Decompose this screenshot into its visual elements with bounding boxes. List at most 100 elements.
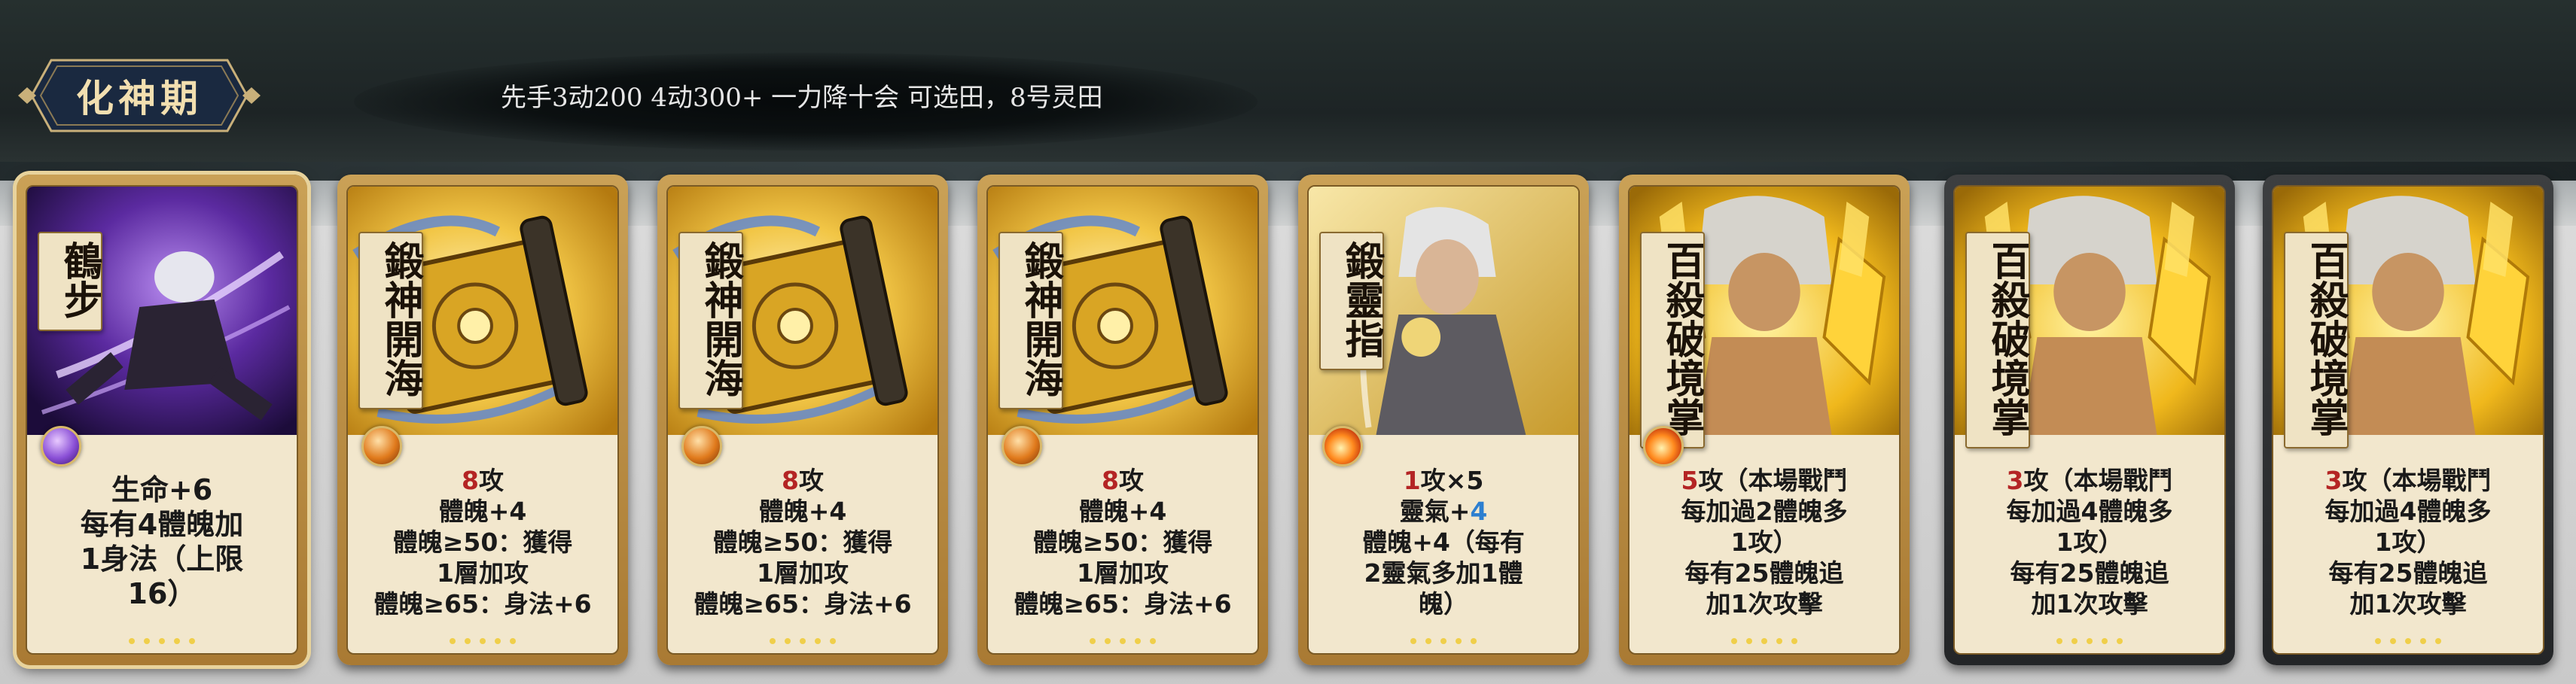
card-face: 鶴步 生命+6 每有4體魄加 1身法（上限 16） — [26, 185, 298, 655]
effect-line: 1層加攻 — [1077, 558, 1169, 588]
effect-line: 每有4體魄加 — [80, 508, 244, 541]
dot-icon — [1746, 638, 1752, 644]
dot-icon — [815, 638, 821, 644]
dot-icon — [1150, 638, 1156, 644]
dot-icon — [1791, 638, 1797, 644]
dot-icon — [2420, 638, 2426, 644]
card-name: 鍛神開海 — [358, 232, 423, 409]
dot-icon — [1776, 638, 1782, 644]
dot-icon — [510, 638, 516, 644]
skill-card[interactable]: 鍛靈指 1攻×5 靈氣+4 體魄+4（每有 2靈氣多加1體 魄） — [1298, 175, 1589, 665]
dot-icon — [1761, 638, 1767, 644]
attack-value: 1 — [1403, 465, 1421, 495]
dot-icon — [2071, 638, 2078, 644]
dot-icon — [2390, 638, 2396, 644]
attack-label: 攻（本場戰鬥 — [2342, 465, 2492, 495]
attack-line: 8攻 — [1102, 465, 1144, 496]
attack-line: 3攻（本場戰鬥 — [2325, 465, 2492, 496]
attack-line: 8攻 — [462, 465, 504, 496]
dot-icon — [1456, 638, 1462, 644]
dot-icon — [465, 638, 471, 644]
card-name: 百殺破境掌 — [1965, 232, 2030, 448]
attack-line: 5攻（本場戰鬥 — [1681, 465, 1848, 496]
dot-icon — [2056, 638, 2062, 644]
skill-card[interactable]: 鍛神開海 8攻 體魄+4 體魄≥50：獲得 1層加攻 體魄≥65：身法+6 — [337, 175, 628, 665]
dot-icon — [2375, 638, 2381, 644]
card-description: 1攻×5 靈氣+4 體魄+4（每有 2靈氣多加1體 魄） — [1322, 450, 1565, 634]
dot-icon — [1425, 638, 1431, 644]
effect-line: 生命+6 — [111, 473, 213, 506]
effect-line: 1攻） — [1730, 527, 1798, 557]
dot-icon — [450, 638, 456, 644]
effect-line: 1層加攻 — [757, 558, 849, 588]
card-dots — [1955, 638, 2224, 649]
card-name: 鍛靈指 — [1319, 232, 1384, 370]
dot-icon — [2117, 638, 2123, 644]
stage-title: 化神期 — [76, 76, 203, 120]
effect-line: 加1次攻擊 — [1706, 588, 1823, 619]
dot-icon — [2087, 638, 2093, 644]
dot-icon — [495, 638, 501, 644]
attack-line: 8攻 — [782, 465, 824, 496]
dot-icon — [770, 638, 776, 644]
dot-icon — [189, 638, 195, 644]
effect-line: 體魄+4（每有 — [1362, 527, 1525, 557]
card-description: 3攻（本場戰鬥 每加過4體魄多 1攻） 每有25體魄追 加1次攻擊 — [1968, 450, 2211, 634]
dot-icon — [2435, 638, 2441, 644]
effect-line: 體魄+4 — [758, 496, 847, 526]
skill-card[interactable]: 百殺破境掌 3攻（本場戰鬥 每加過4體魄多 1攻） 每有25體魄追 加1次攻擊 — [2263, 175, 2553, 665]
effect-line: 1攻） — [2374, 527, 2442, 557]
card-name: 鍛神開海 — [678, 232, 743, 409]
qi-value: 4 — [1470, 496, 1488, 526]
dot-icon — [129, 638, 135, 644]
effect-line: 加1次攻擊 — [2349, 588, 2467, 619]
skill-card[interactable]: 鍛神開海 8攻 體魄+4 體魄≥50：獲得 1層加攻 體魄≥65：身法+6 — [977, 175, 1268, 665]
dot-icon — [1105, 638, 1111, 644]
skill-card[interactable]: 百殺破境掌 5攻（本場戰鬥 每加過2體魄多 1攻） 每有25體魄追 加1次攻擊 — [1619, 175, 1910, 665]
dot-icon — [2405, 638, 2411, 644]
attack-label: 攻（本場戰鬥 — [1698, 465, 1848, 495]
dot-icon — [1120, 638, 1126, 644]
dot-icon — [2102, 638, 2108, 644]
card-name: 鍛神開海 — [998, 232, 1063, 409]
effect-line: 體魄≥65：身法+6 — [1014, 588, 1232, 619]
effect-line: 1層加攻 — [437, 558, 529, 588]
card-description: 生命+6 每有4體魄加 1身法（上限 16） — [41, 450, 283, 634]
effect-line: 加1次攻擊 — [2031, 588, 2148, 619]
qi-line: 靈氣+4 — [1400, 496, 1488, 527]
card-dots — [2273, 638, 2543, 649]
attack-label: 攻 — [478, 465, 504, 495]
dot-icon — [174, 638, 180, 644]
dot-icon — [830, 638, 836, 644]
effect-line: 體魄≥65：身法+6 — [373, 588, 592, 619]
card-name: 百殺破境掌 — [1640, 232, 1705, 448]
dot-icon — [1090, 638, 1096, 644]
card-face: 百殺破境掌 5攻（本場戰鬥 每加過2體魄多 1攻） 每有25體魄追 加1次攻擊 — [1628, 185, 1901, 655]
attack-label: 攻（本場戰鬥 — [2023, 465, 2173, 495]
card-face: 百殺破境掌 3攻（本場戰鬥 每加過4體魄多 1攻） 每有25體魄追 加1次攻擊 — [2272, 185, 2544, 655]
attack-line: 1攻×5 — [1404, 465, 1484, 496]
skill-card[interactable]: 百殺破境掌 3攻（本場戰鬥 每加過4體魄多 1攻） 每有25體魄追 加1次攻擊 — [1944, 175, 2235, 665]
effect-line: 每加過4體魄多 — [2324, 496, 2492, 526]
attack-value: 3 — [2006, 465, 2024, 495]
dot-icon — [144, 638, 150, 644]
attack-value: 3 — [2324, 465, 2343, 495]
dot-icon — [785, 638, 791, 644]
effect-line: 16） — [127, 577, 197, 610]
card-name: 百殺破境掌 — [2284, 232, 2349, 448]
effect-line: 體魄+4 — [1078, 496, 1167, 526]
effect-line: 體魄≥50：獲得 — [1032, 527, 1213, 557]
card-face: 百殺破境掌 3攻（本場戰鬥 每加過4體魄多 1攻） 每有25體魄追 加1次攻擊 — [1953, 185, 2226, 655]
effect-line: 體魄≥50：獲得 — [712, 527, 893, 557]
effect-line: 1攻） — [2056, 527, 2123, 557]
effect-line: 每加過2體魄多 — [1681, 496, 1848, 526]
effect-line: 體魄≥65：身法+6 — [694, 588, 912, 619]
card-description: 5攻（本場戰鬥 每加過2體魄多 1攻） 每有25體魄追 加1次攻擊 — [1643, 450, 1886, 634]
skill-card[interactable]: 鶴步 生命+6 每有4體魄加 1身法（上限 16） — [17, 175, 307, 665]
attack-label: 攻×5 — [1420, 465, 1484, 495]
dot-icon — [480, 638, 486, 644]
effect-line: 魄） — [1419, 588, 1468, 619]
dot-icon — [1410, 638, 1416, 644]
skill-card[interactable]: 鍛神開海 8攻 體魄+4 體魄≥50：獲得 1層加攻 體魄≥65：身法+6 — [657, 175, 948, 665]
dot-icon — [800, 638, 806, 644]
